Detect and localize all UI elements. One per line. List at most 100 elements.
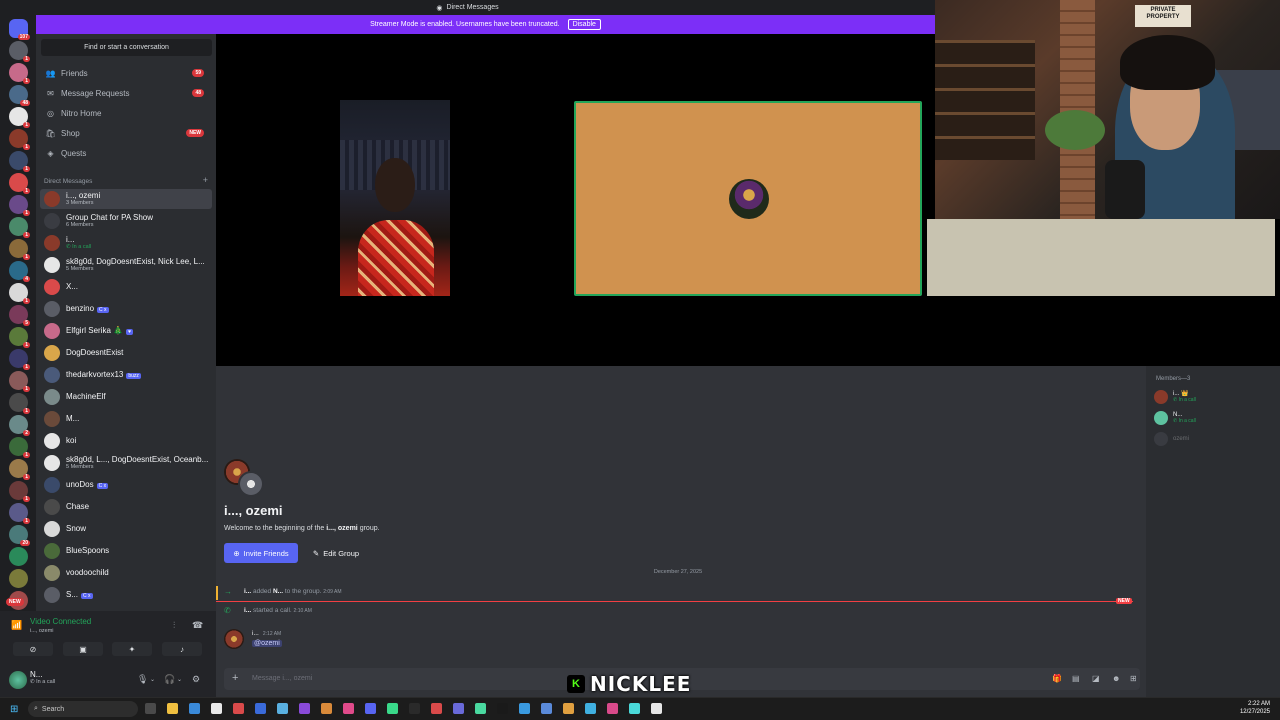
- sys1-actor[interactable]: i...: [244, 588, 251, 595]
- server-icon[interactable]: 1: [9, 173, 30, 194]
- dm-item[interactable]: S... C x: [40, 585, 212, 605]
- taskbar-app-icon[interactable]: [321, 703, 332, 714]
- disable-button[interactable]: Disable: [567, 19, 601, 30]
- user-name[interactable]: N...: [30, 670, 42, 679]
- sys1-target[interactable]: N...: [273, 588, 283, 595]
- server-icon[interactable]: 4: [9, 261, 30, 282]
- server-icon[interactable]: 1: [9, 459, 30, 480]
- create-dm-button[interactable]: +: [203, 175, 208, 185]
- taskbar-search[interactable]: ⌕ Search: [28, 701, 138, 717]
- gif-icon[interactable]: ▤: [1072, 674, 1080, 683]
- taskbar-app-icon[interactable]: [167, 703, 178, 714]
- server-icon[interactable]: 1: [9, 371, 30, 392]
- activities-button[interactable]: ✦: [112, 642, 152, 656]
- taskbar-app-icon[interactable]: [563, 703, 574, 714]
- message-input[interactable]: Message i..., ozemi: [252, 675, 312, 682]
- server-icon[interactable]: 1: [9, 437, 30, 458]
- sticker-icon[interactable]: ◪: [1092, 674, 1100, 683]
- invite-friends-button[interactable]: ⊕ Invite Friends: [224, 543, 298, 563]
- server-icon[interactable]: 1: [9, 217, 30, 238]
- dm-item[interactable]: voodoochild: [40, 563, 212, 583]
- apps-icon[interactable]: ⊞: [1130, 674, 1137, 683]
- taskbar-app-icon[interactable]: [607, 703, 618, 714]
- clock[interactable]: 2:22 AM 12/27/2025: [1240, 701, 1270, 717]
- plus-icon[interactable]: +: [232, 672, 238, 684]
- server-icon[interactable]: 1: [9, 283, 30, 304]
- dm-item[interactable]: sk8g0d, DogDoesntExist, Nick Lee, L... 5 …: [40, 255, 212, 275]
- server-icon[interactable]: 5: [9, 305, 30, 326]
- server-icon[interactable]: 1: [9, 129, 30, 150]
- sidebar-item-shop[interactable]: 🛍 Shop NEW: [40, 124, 212, 142]
- find-conversation-button[interactable]: Find or start a conversation: [41, 39, 212, 56]
- server-icon[interactable]: 1: [9, 393, 30, 414]
- taskbar-app-icon[interactable]: [189, 703, 200, 714]
- taskbar-app-icon[interactable]: [497, 703, 508, 714]
- taskbar-app-icon[interactable]: [343, 703, 354, 714]
- dm-item[interactable]: i... ✆ In a call: [40, 233, 212, 253]
- taskbar-app-icon[interactable]: [629, 703, 640, 714]
- taskbar-app-icon[interactable]: [299, 703, 310, 714]
- dm-item[interactable]: Elfgirl Serika 🎄 ♥: [40, 321, 212, 341]
- server-icon[interactable]: 1: [9, 107, 30, 128]
- taskbar-app-icon[interactable]: [255, 703, 266, 714]
- taskbar-app-icon[interactable]: [233, 703, 244, 714]
- server-icon[interactable]: 1: [9, 349, 30, 370]
- taskbar-app-icon[interactable]: [585, 703, 596, 714]
- dm-item[interactable]: koi: [40, 431, 212, 451]
- server-icon[interactable]: 20: [9, 525, 30, 546]
- avatar[interactable]: [9, 671, 27, 689]
- camera-off-button[interactable]: ⊘: [13, 642, 53, 656]
- taskbar-app-icon[interactable]: [211, 703, 222, 714]
- gift-icon[interactable]: 🎁: [1052, 674, 1062, 683]
- taskbar-app-icon[interactable]: [365, 703, 376, 714]
- dm-item[interactable]: MachineElf: [40, 387, 212, 407]
- voice-status[interactable]: Video Connected: [30, 617, 91, 626]
- chevron-down-icon[interactable]: ⌄: [150, 676, 155, 683]
- server-icon[interactable]: 1: [9, 239, 30, 260]
- dm-item[interactable]: X...: [40, 277, 212, 297]
- disconnect-icon[interactable]: ☎: [192, 620, 203, 631]
- server-icon[interactable]: 1: [9, 41, 30, 62]
- headphones-icon[interactable]: 🎧: [164, 674, 175, 685]
- sidebar-item-quests[interactable]: ◈ Quests: [40, 144, 212, 162]
- video-tile-blank[interactable]: [927, 219, 1275, 296]
- avatar[interactable]: [224, 629, 244, 649]
- taskbar-app-icon[interactable]: [409, 703, 420, 714]
- windows-start-icon[interactable]: ⊞: [10, 704, 18, 715]
- dm-item[interactable]: unoDos C x: [40, 475, 212, 495]
- sys2-actor[interactable]: i...: [244, 607, 251, 614]
- dm-item[interactable]: Chase: [40, 497, 212, 517]
- soundboard-button[interactable]: ♪: [162, 642, 202, 656]
- dm-item[interactable]: Group Chat for PA Show 6 Members: [40, 211, 212, 231]
- taskbar-app-icon[interactable]: [145, 703, 156, 714]
- server-icon[interactable]: 2: [9, 415, 30, 436]
- server-icon[interactable]: 1: [9, 63, 30, 84]
- server-icon[interactable]: [9, 569, 28, 588]
- taskbar-app-icon[interactable]: [475, 703, 486, 714]
- message-author[interactable]: i...: [252, 630, 259, 637]
- server-icon[interactable]: [9, 547, 28, 566]
- dm-item[interactable]: M...: [40, 409, 212, 429]
- dm-item[interactable]: benzino C x: [40, 299, 212, 319]
- taskbar-app-icon[interactable]: [277, 703, 288, 714]
- server-icon[interactable]: 1: [9, 327, 30, 348]
- taskbar-app-icon[interactable]: [453, 703, 464, 714]
- server-icon[interactable]: 1: [9, 481, 30, 502]
- taskbar-app-icon[interactable]: [431, 703, 442, 714]
- microphone-icon[interactable]: 🎙: [137, 674, 148, 685]
- noise-suppression-icon[interactable]: ⫶: [173, 620, 175, 631]
- chevron-down-icon[interactable]: ⌄: [177, 676, 182, 683]
- dm-item[interactable]: DogDoesntExist: [40, 343, 212, 363]
- home-button[interactable]: 107: [9, 19, 30, 40]
- server-icon[interactable]: 1: [9, 503, 30, 524]
- taskbar-app-icon[interactable]: [387, 703, 398, 714]
- taskbar-app-icon[interactable]: [651, 703, 662, 714]
- video-tile-speaking[interactable]: [574, 101, 922, 296]
- gear-icon[interactable]: ⚙: [192, 674, 200, 685]
- member-item[interactable]: ozemi: [1154, 432, 1189, 446]
- server-icon[interactable]: 1: [9, 151, 30, 172]
- dm-item[interactable]: thedarkvortex13 buzz: [40, 365, 212, 385]
- sidebar-item-nitro-home[interactable]: ◎ Nitro Home: [40, 104, 212, 122]
- video-tile-participant[interactable]: [340, 100, 450, 296]
- taskbar-app-icon[interactable]: [519, 703, 530, 714]
